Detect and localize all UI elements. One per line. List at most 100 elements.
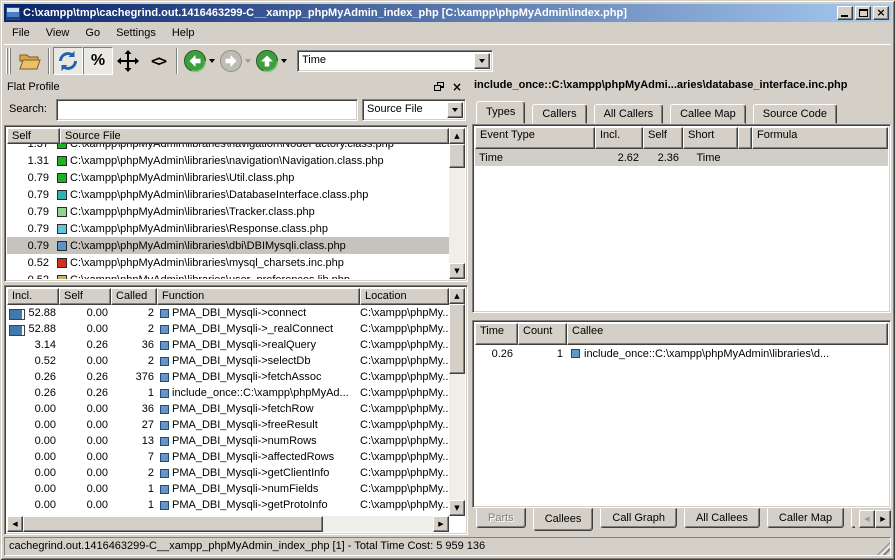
grouping-dropdown-button[interactable] bbox=[447, 102, 463, 118]
column-header-incl[interactable]: Incl. bbox=[7, 288, 59, 305]
callee-row[interactable]: 0.26 1 include_once::C:\xampp\phpMyAdmin… bbox=[475, 345, 888, 362]
toolbar-handle[interactable] bbox=[6, 48, 13, 74]
event-type-combobox[interactable]: Time bbox=[297, 50, 493, 72]
function-row[interactable]: 0.260.26376PMA_DBI_Mysqli->fetchAssocC:\… bbox=[7, 369, 449, 385]
function-row[interactable]: 0.000.0036PMA_DBI_Mysqli->fetchRowC:\xam… bbox=[7, 401, 449, 417]
menu-file[interactable]: File bbox=[4, 25, 38, 42]
function-row[interactable]: 0.000.0027PMA_DBI_Mysqli->freeResultC:\x… bbox=[7, 417, 449, 433]
file-row[interactable]: 0.79C:\xampp\phpMyAdmin\libraries\dbi\DB… bbox=[7, 237, 449, 254]
function-row[interactable]: 0.520.002PMA_DBI_Mysqli->selectDbC:\xamp… bbox=[7, 353, 449, 369]
close-panel-button[interactable]: × bbox=[450, 80, 464, 93]
tab-source-code[interactable]: Source Code bbox=[753, 104, 837, 124]
menu-settings[interactable]: Settings bbox=[108, 25, 164, 42]
file-row[interactable]: 0.79C:\xampp\phpMyAdmin\libraries\Databa… bbox=[7, 186, 449, 203]
minimize-button[interactable] bbox=[837, 6, 853, 20]
function-name: PMA_DBI_Mysqli->connect bbox=[172, 307, 306, 319]
up-button[interactable] bbox=[253, 48, 280, 75]
column-header-called[interactable]: Called bbox=[111, 288, 157, 305]
column-header-spacer[interactable] bbox=[738, 127, 752, 149]
function-row[interactable]: 0.000.0013PMA_DBI_Mysqli->numRowsC:\xamp… bbox=[7, 433, 449, 449]
column-header-short[interactable]: Short bbox=[683, 127, 738, 149]
function-list-vscrollbar[interactable]: ▲ ▼ bbox=[449, 288, 465, 516]
column-header-count[interactable]: Count bbox=[518, 323, 567, 345]
called-count: 13 bbox=[111, 435, 157, 447]
scroll-thumb[interactable] bbox=[449, 144, 465, 168]
menu-view[interactable]: View bbox=[38, 25, 78, 42]
title-bar[interactable]: C:\xampp\tmp\cachegrind.out.1416463299-C… bbox=[4, 4, 891, 22]
forward-button[interactable] bbox=[217, 48, 244, 75]
move-icon bbox=[117, 50, 139, 72]
scroll-thumb[interactable] bbox=[449, 304, 465, 374]
tab-all-callers[interactable]: All Callers bbox=[594, 104, 664, 124]
scroll-down-button[interactable]: ▼ bbox=[449, 263, 465, 279]
function-row[interactable]: 52.880.002PMA_DBI_Mysqli->_realConnectC:… bbox=[7, 321, 449, 337]
function-row[interactable]: 0.000.002PMA_DBI_Mysqli->getClientInfoC:… bbox=[7, 465, 449, 481]
percentage-toggle-button[interactable]: % bbox=[83, 47, 113, 75]
function-row[interactable]: 0.000.007PMA_DBI_Mysqli->affectedRowsC:\… bbox=[7, 449, 449, 465]
tab-scroll-right-button[interactable]: ▶ bbox=[875, 510, 891, 528]
file-row[interactable]: 0.79C:\xampp\phpMyAdmin\libraries\Respon… bbox=[7, 220, 449, 237]
function-row[interactable]: 0.260.261include_once::C:\xampp\phpMyAd.… bbox=[7, 385, 449, 401]
back-dropdown-icon[interactable] bbox=[209, 59, 215, 66]
tab-all-callees[interactable]: All Callees bbox=[684, 508, 760, 528]
column-header-source-file[interactable]: Source File bbox=[60, 128, 449, 144]
column-header-function[interactable]: Function bbox=[157, 288, 360, 305]
up-dropdown-icon[interactable] bbox=[281, 59, 287, 66]
tab-scroll-left-button[interactable]: ◀ bbox=[859, 510, 875, 528]
function-row[interactable]: 3.140.2636PMA_DBI_Mysqli->realQueryC:\xa… bbox=[7, 337, 449, 353]
event-type-row[interactable]: Time 2.62 2.36 Time bbox=[475, 149, 888, 166]
search-input[interactable] bbox=[56, 99, 358, 121]
tab-callees[interactable]: Callees bbox=[533, 508, 594, 531]
file-list-vscrollbar[interactable]: ▲ ▼ bbox=[449, 128, 465, 279]
scroll-right-button[interactable]: ▶ bbox=[433, 516, 449, 532]
tab-call-graph[interactable]: Call Graph bbox=[600, 508, 677, 528]
tab-parts[interactable]: Parts bbox=[476, 508, 526, 528]
maximize-button[interactable] bbox=[855, 6, 871, 20]
column-header-callee[interactable]: Callee bbox=[567, 323, 888, 345]
function-row[interactable]: 52.880.002PMA_DBI_Mysqli->connectC:\xamp… bbox=[7, 305, 449, 321]
tab-callers[interactable]: Callers bbox=[532, 104, 586, 124]
file-row[interactable]: 1.37C:\xampp\phpMyAdmin\libraries\naviga… bbox=[7, 144, 449, 152]
back-button[interactable] bbox=[181, 48, 208, 75]
column-header-self[interactable]: Self bbox=[59, 288, 111, 305]
column-header-formula[interactable]: Formula bbox=[752, 127, 888, 149]
column-header-time[interactable]: Time bbox=[475, 323, 518, 345]
tab-callee-map[interactable]: Callee Map bbox=[670, 104, 746, 124]
file-row[interactable]: 0.79C:\xampp\phpMyAdmin\libraries\Tracke… bbox=[7, 203, 449, 220]
scroll-thumb[interactable] bbox=[23, 516, 323, 532]
column-header-incl[interactable]: Incl. bbox=[595, 127, 643, 149]
relative-to-parent-button[interactable]: <> bbox=[143, 47, 173, 75]
column-header-location[interactable]: Location bbox=[360, 288, 449, 305]
cycle-relative-button[interactable] bbox=[53, 47, 83, 75]
function-row[interactable]: 0.000.001PMA_DBI_Mysqli->numFieldsC:\xam… bbox=[7, 481, 449, 497]
scroll-up-button[interactable]: ▲ bbox=[449, 288, 465, 304]
expand-areas-button[interactable] bbox=[113, 47, 143, 75]
function-list-hscrollbar[interactable]: ◀ ▶ bbox=[7, 516, 449, 532]
file-row[interactable]: 0.79C:\xampp\phpMyAdmin\libraries\Util.c… bbox=[7, 169, 449, 186]
forward-dropdown-icon[interactable] bbox=[245, 59, 251, 66]
incl-cell: 0.26 bbox=[7, 371, 59, 383]
tab-machine[interactable]: Machine bbox=[851, 508, 855, 528]
close-button[interactable]: × bbox=[873, 6, 889, 20]
file-row[interactable]: 0.52C:\xampp\phpMyAdmin\libraries\user_p… bbox=[7, 271, 449, 279]
scroll-down-button[interactable]: ▼ bbox=[449, 500, 465, 516]
column-header-self[interactable]: Self bbox=[643, 127, 683, 149]
float-panel-button[interactable] bbox=[432, 80, 446, 93]
file-color-icon bbox=[57, 190, 67, 200]
menu-go[interactable]: Go bbox=[77, 25, 108, 42]
tab-types[interactable]: Types bbox=[476, 101, 525, 124]
column-header-self[interactable]: Self bbox=[7, 128, 60, 144]
function-row[interactable]: 0.000.001PMA_DBI_Mysqli->getProtoInfoC:\… bbox=[7, 497, 449, 513]
tab-caller-map[interactable]: Caller Map bbox=[767, 508, 844, 528]
scroll-left-button[interactable]: ◀ bbox=[7, 516, 23, 532]
event-type-dropdown-button[interactable] bbox=[474, 53, 490, 69]
file-row[interactable]: 1.31C:\xampp\phpMyAdmin\libraries\naviga… bbox=[7, 152, 449, 169]
column-header-event-type[interactable]: Event Type bbox=[475, 127, 595, 149]
menu-help[interactable]: Help bbox=[164, 25, 203, 42]
function-list-body: 52.880.002PMA_DBI_Mysqli->connectC:\xamp… bbox=[7, 305, 449, 516]
open-file-button[interactable] bbox=[15, 47, 45, 75]
scroll-up-button[interactable]: ▲ bbox=[449, 128, 465, 144]
file-row[interactable]: 0.52C:\xampp\phpMyAdmin\libraries\mysql_… bbox=[7, 254, 449, 271]
grouping-combobox[interactable]: Source File bbox=[362, 99, 466, 121]
function-cell: PMA_DBI_Mysqli->affectedRows bbox=[157, 451, 360, 463]
